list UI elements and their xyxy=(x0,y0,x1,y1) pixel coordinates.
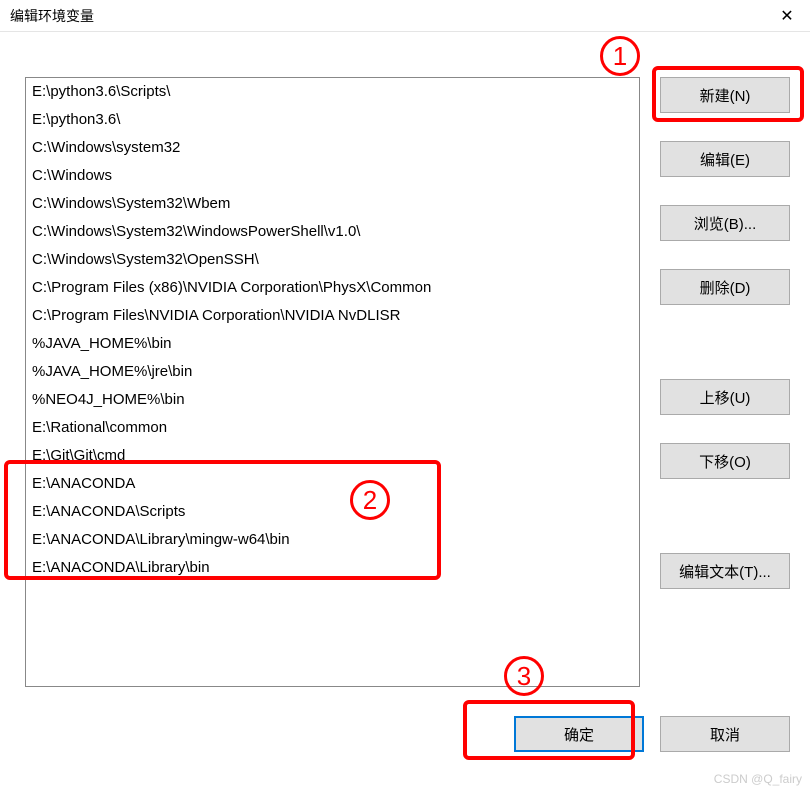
path-listbox[interactable]: E:\python3.6\Scripts\ E:\python3.6\ C:\W… xyxy=(25,77,640,687)
moveup-button[interactable]: 上移(U) xyxy=(660,379,790,415)
content-area: E:\python3.6\Scripts\ E:\python3.6\ C:\W… xyxy=(0,32,810,710)
browse-button[interactable]: 浏览(B)... xyxy=(660,205,790,241)
list-item[interactable]: E:\ANACONDA\Scripts xyxy=(26,498,639,526)
list-item[interactable]: C:\Windows\System32\WindowsPowerShell\v1… xyxy=(26,218,639,246)
new-button[interactable]: 新建(N) xyxy=(660,77,790,113)
edittext-button[interactable]: 编辑文本(T)... xyxy=(660,553,790,589)
list-item[interactable]: C:\Windows\system32 xyxy=(26,134,639,162)
list-item[interactable]: C:\Windows\System32\OpenSSH\ xyxy=(26,246,639,274)
list-item[interactable]: C:\Program Files\NVIDIA Corporation\NVID… xyxy=(26,302,639,330)
list-item[interactable]: E:\ANACONDA\Library\bin xyxy=(26,554,639,582)
list-item[interactable]: E:\Rational\common xyxy=(26,414,639,442)
window-title: 编辑环境变量 xyxy=(10,6,94,26)
list-item[interactable]: E:\python3.6\ xyxy=(26,106,639,134)
list-item[interactable]: C:\Windows xyxy=(26,162,639,190)
list-item[interactable]: E:\python3.6\Scripts\ xyxy=(26,78,639,106)
titlebar: 编辑环境变量 ✕ xyxy=(0,0,810,32)
list-item[interactable]: %JAVA_HOME%\jre\bin xyxy=(26,358,639,386)
delete-button[interactable]: 删除(D) xyxy=(660,269,790,305)
close-icon: ✕ xyxy=(780,6,793,26)
list-item[interactable]: %JAVA_HOME%\bin xyxy=(26,330,639,358)
spacer xyxy=(660,333,790,351)
cancel-button[interactable]: 取消 xyxy=(660,716,790,752)
list-item[interactable]: E:\Git\Git\cmd xyxy=(26,442,639,470)
button-sidebar: 新建(N) 编辑(E) 浏览(B)... 删除(D) 上移(U) 下移(O) 编… xyxy=(660,77,790,690)
ok-button[interactable]: 确定 xyxy=(514,716,644,752)
close-button[interactable]: ✕ xyxy=(764,0,810,32)
edit-button[interactable]: 编辑(E) xyxy=(660,141,790,177)
list-item[interactable]: E:\ANACONDA\Library\mingw-w64\bin xyxy=(26,526,639,554)
list-item[interactable]: C:\Program Files (x86)\NVIDIA Corporatio… xyxy=(26,274,639,302)
movedown-button[interactable]: 下移(O) xyxy=(660,443,790,479)
list-item[interactable]: C:\Windows\System32\Wbem xyxy=(26,190,639,218)
watermark: CSDN @Q_fairy xyxy=(714,772,802,786)
footer-buttons: 确定 取消 xyxy=(514,716,790,752)
list-item[interactable]: %NEO4J_HOME%\bin xyxy=(26,386,639,414)
list-item[interactable]: E:\ANACONDA xyxy=(26,470,639,498)
spacer xyxy=(660,507,790,525)
